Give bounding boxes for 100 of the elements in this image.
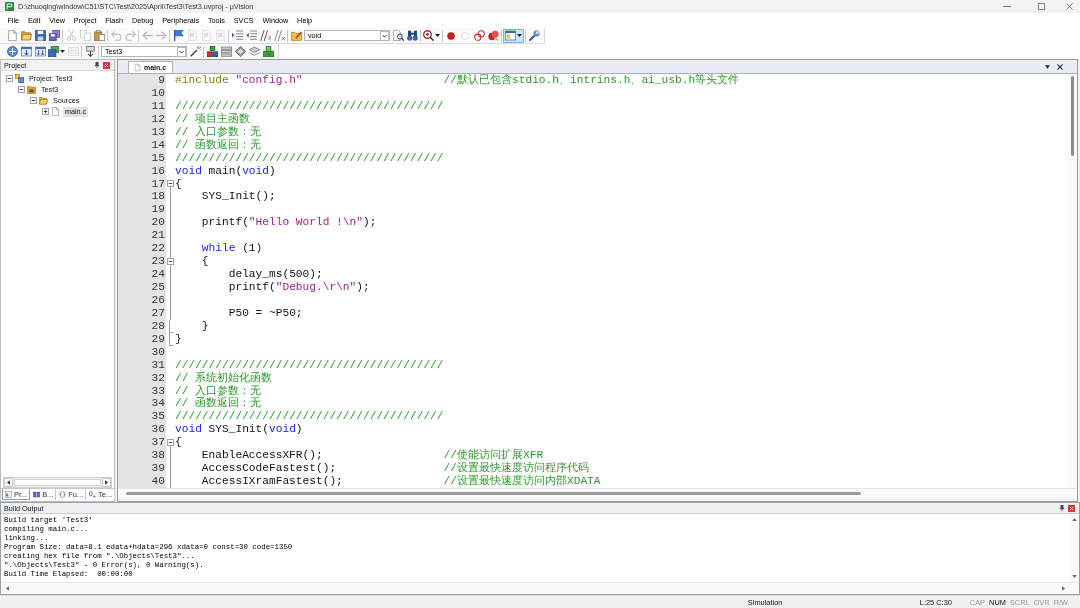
minus-box-icon[interactable] (166, 439, 174, 447)
code-line: //////////////////////////////////////// (175, 99, 444, 113)
disable-breakpoints-button[interactable] (472, 28, 486, 43)
layers-icon (248, 46, 260, 57)
arrow-left-icon[interactable] (7, 480, 10, 485)
folder-icon (27, 85, 36, 94)
scroll-thumb[interactable] (1070, 76, 1074, 156)
minus-box-icon[interactable] (166, 180, 174, 188)
line-number: 12 (151, 112, 165, 125)
find-button[interactable] (391, 28, 405, 43)
code-line: //////////////////////////////////////// (175, 358, 444, 372)
boxes-icon (262, 46, 274, 57)
page-flag-icon (186, 30, 198, 41)
horizontal-scrollbar[interactable] (118, 488, 1077, 498)
line-number: 40 (151, 475, 165, 488)
page-flag-icon (214, 30, 226, 41)
vertical-scrollbar[interactable] (1067, 74, 1077, 488)
minus-box-icon[interactable] (166, 258, 174, 266)
plus-box-icon[interactable] (42, 108, 49, 115)
line-number: 23 (151, 255, 165, 268)
scroll-thumb[interactable] (14, 479, 101, 486)
toolbar-button[interactable] (219, 44, 233, 59)
line-number: 14 (151, 138, 165, 151)
line-number: 21 (151, 229, 165, 242)
code-line: // 函数返回：无 (175, 397, 262, 411)
code-line: { (201, 255, 209, 269)
page-icon (134, 63, 141, 72)
stacked-bars-icon (220, 46, 232, 57)
options-button[interactable] (188, 44, 202, 59)
line-number: 20 (151, 216, 165, 229)
line-number: 25 (151, 281, 165, 293)
minimize-icon (1003, 6, 1011, 7)
code-line: #include "config.h" //默认已包含stdio.h、intrins.h、ai_usb.h等头文件 (175, 74, 740, 87)
arrow-left-icon[interactable] (6, 586, 9, 591)
comment-button[interactable] (258, 28, 272, 43)
caret-down-icon (60, 50, 65, 53)
scroll-thumb[interactable] (126, 492, 861, 495)
code-line: printf("Debug.\r\n"); (228, 281, 370, 294)
code-line: AccessCodeFastest(); //设置最快速度访问程序代码 (201, 462, 589, 475)
two-pages-icon (79, 30, 91, 41)
configuration-button[interactable] (527, 28, 541, 43)
toolbar-button[interactable] (247, 44, 261, 59)
horizontal-scrollbar[interactable] (3, 477, 112, 488)
pin-icon[interactable] (1059, 504, 1065, 512)
build-button[interactable] (19, 44, 33, 59)
code-line: P50 = ~P50; (228, 306, 303, 320)
line-number: 15 (151, 151, 165, 164)
line-number: 9 (158, 74, 165, 86)
vertical-scrollbar[interactable] (1069, 514, 1079, 582)
download-button[interactable] (83, 44, 97, 59)
slashes-icon (273, 30, 285, 41)
unindent-button[interactable] (244, 28, 258, 43)
uncomment-button[interactable] (272, 28, 286, 43)
bookmark-button[interactable] (171, 28, 185, 43)
minus-box-icon[interactable] (30, 97, 37, 104)
redo-icon (124, 30, 136, 41)
blocks-icon (206, 46, 218, 57)
window-arrows-icon (34, 46, 46, 57)
flag-icon (172, 30, 184, 41)
minus-box-icon[interactable] (18, 86, 25, 93)
code-line: void main(void) (175, 164, 276, 178)
overlapping-squares-icon (48, 46, 59, 57)
debug-button[interactable] (422, 28, 441, 43)
unindent-icon (245, 30, 257, 41)
line-number: 27 (151, 306, 165, 319)
arrow-right-icon[interactable] (1062, 586, 1065, 591)
toolbar-button[interactable] (233, 44, 247, 59)
rebuild-button[interactable] (33, 44, 47, 59)
open-button[interactable] (19, 28, 33, 43)
caret-down-icon (435, 34, 440, 37)
manage-project-button[interactable] (205, 44, 219, 59)
filled-dot-icon (447, 31, 455, 40)
horizontal-scrollbar[interactable] (1, 582, 1079, 594)
line-number: 18 (151, 190, 165, 203)
save-button[interactable] (33, 28, 47, 43)
incremental-find-button[interactable] (405, 28, 419, 43)
paste-button[interactable] (92, 28, 106, 43)
batch-build-button[interactable] (47, 44, 66, 59)
code-line: //////////////////////////////////////// (175, 151, 444, 165)
folder-icon (39, 96, 48, 105)
kill-breakpoints-button[interactable] (486, 28, 500, 43)
line-number: 11 (151, 99, 165, 112)
arrow-up-icon[interactable] (1071, 518, 1077, 521)
close-icon[interactable] (1057, 63, 1063, 70)
save-all-button[interactable] (47, 28, 61, 43)
code-line: delay_ms(500); (228, 268, 323, 281)
chevron-down-icon[interactable] (1045, 64, 1050, 69)
arrow-down-icon[interactable] (1071, 575, 1077, 578)
wand-icon (189, 46, 201, 57)
code-line: void SYS_Init(void) (175, 423, 303, 437)
pack-installer-button[interactable] (261, 44, 275, 59)
code-line: AccessIXramFastest(); //设置最快速度访问内部XDATA (201, 475, 601, 488)
code-line: EnableAccessXFR(); //使能访问扩展XFR (201, 449, 544, 462)
translate-button[interactable] (5, 44, 19, 59)
window-layout-button[interactable] (503, 28, 524, 43)
arrow-right-icon[interactable] (105, 480, 108, 485)
pin-icon[interactable] (94, 61, 100, 69)
minus-box-icon[interactable] (6, 75, 13, 82)
indent-button[interactable] (230, 28, 244, 43)
indent-icon (231, 30, 243, 41)
